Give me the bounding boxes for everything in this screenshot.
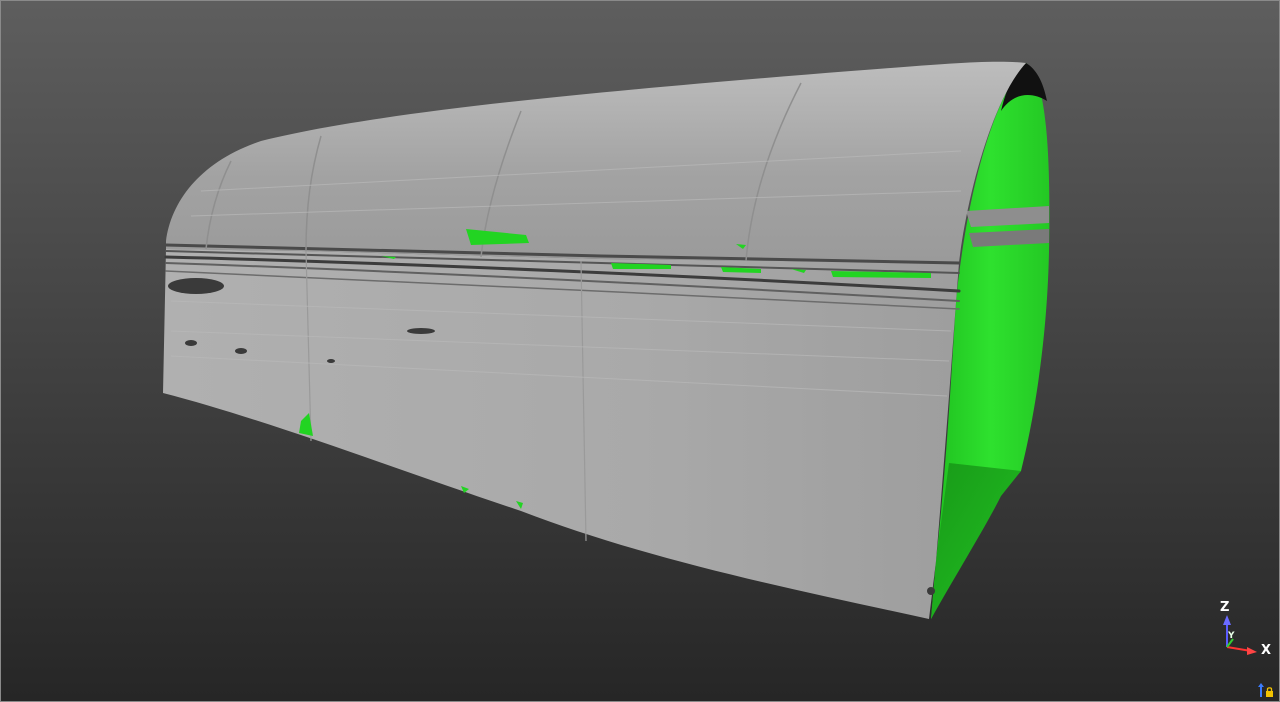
lock-icon[interactable] <box>1257 683 1275 699</box>
axis-gizmo: Z Y X <box>1213 599 1279 661</box>
scene-canvas[interactable] <box>1 1 1279 701</box>
axis-z-label: Z <box>1220 600 1230 615</box>
3d-viewport[interactable]: Z Y X <box>0 0 1280 702</box>
axis-x-label: X <box>1261 643 1272 658</box>
axis-y-label: Y <box>1228 631 1235 641</box>
